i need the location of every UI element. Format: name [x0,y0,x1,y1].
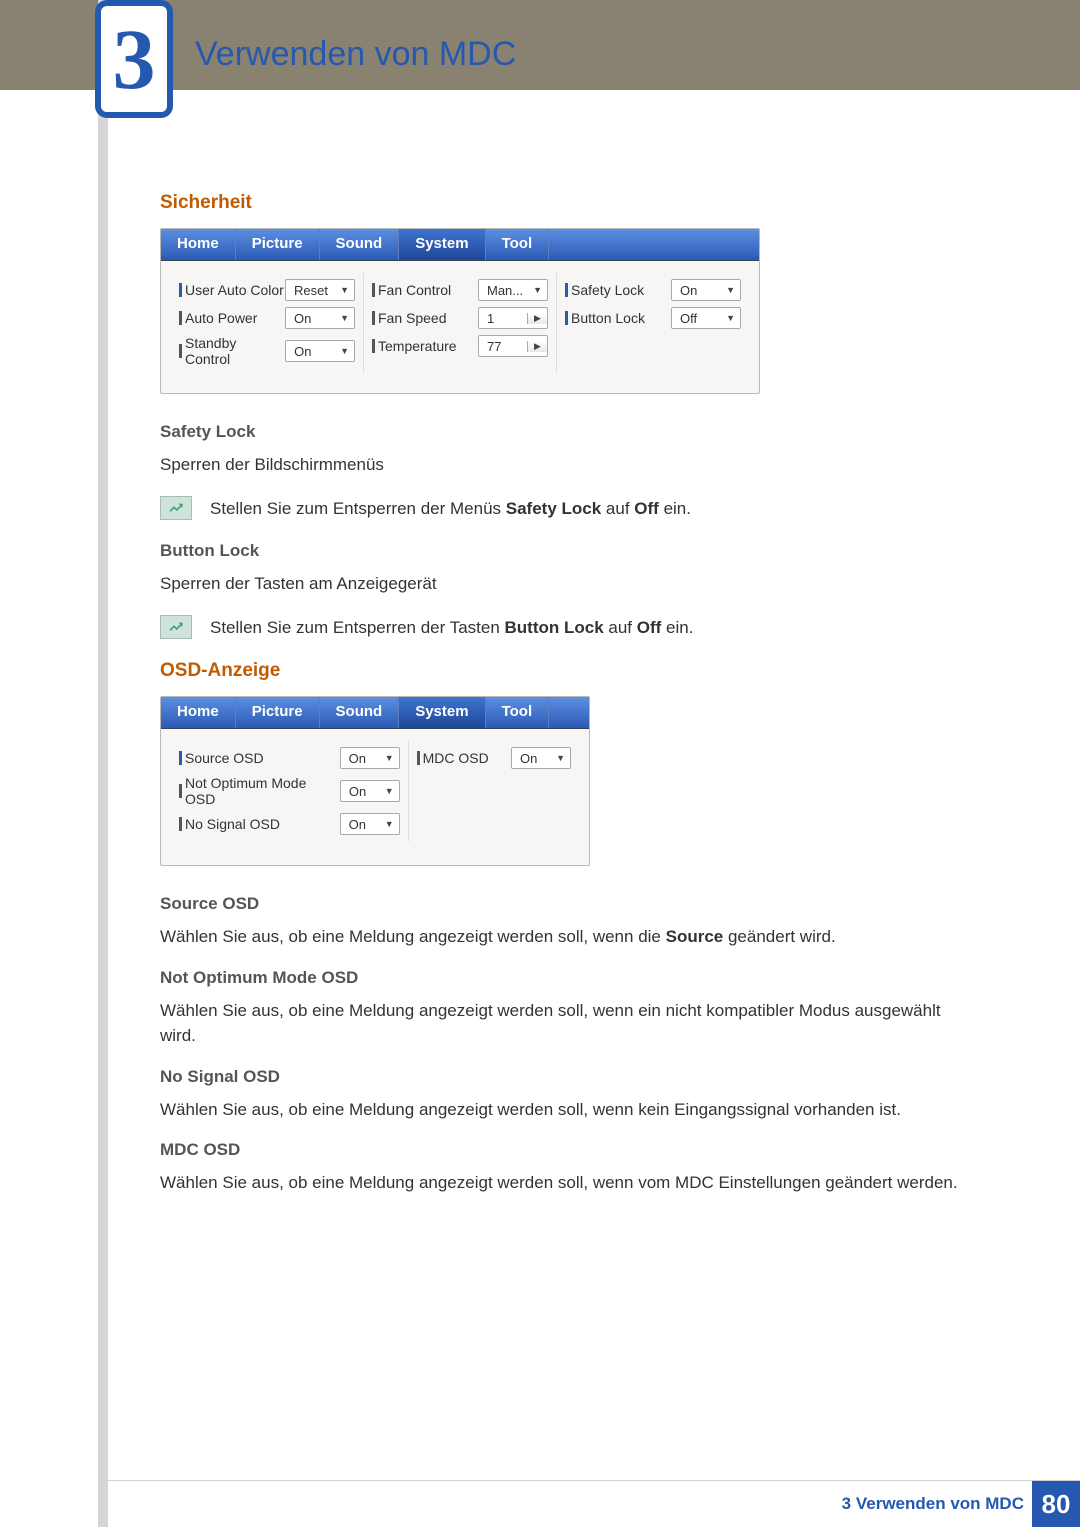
p-button-lock: Sperren der Tasten am Anzeigegerät [160,571,970,597]
sicherheit-panel: Home Picture Sound System Tool User Auto… [160,228,760,394]
chevron-down-icon: ▼ [385,786,394,796]
section-osd-anzeige: OSD-Anzeige [160,660,970,682]
label-no-signal-osd: No Signal OSD [185,816,280,832]
label-source-osd: Source OSD [185,750,264,766]
label-not-optimum-osd: Not Optimum Mode OSD [185,775,340,807]
h-source-osd: Source OSD [160,894,970,914]
dd-fan-control[interactable]: Man...▼ [478,279,548,301]
note-button-lock: Stellen Sie zum Entsperren der Tasten Bu… [160,615,970,641]
label-fan-speed: Fan Speed [378,310,447,326]
tab-home[interactable]: Home [161,697,236,728]
h-no-signal: No Signal OSD [160,1067,970,1087]
tab-tool[interactable]: Tool [486,697,550,728]
label-auto-power: Auto Power [185,310,257,326]
label-user-auto-color: User Auto Color [185,282,284,298]
spinner-arrow-icon[interactable]: ▶ [527,313,547,324]
tab-bar: Home Picture Sound System Tool [161,229,759,261]
dd-source-osd[interactable]: On▼ [340,747,400,769]
dd-user-auto-color[interactable]: Reset▼ [285,279,355,301]
chevron-down-icon: ▼ [385,753,394,763]
p-not-optimum: Wählen Sie aus, ob eine Meldung angezeig… [160,998,970,1049]
note-icon [160,615,192,639]
chevron-down-icon: ▼ [726,313,735,323]
dd-button-lock[interactable]: Off▼ [671,307,741,329]
osd-panel: Home Picture Sound System Tool Source OS… [160,696,590,866]
spinner-arrow-icon[interactable]: ▶ [527,341,547,352]
chevron-down-icon: ▼ [340,346,349,356]
dd-mdc-osd[interactable]: On▼ [511,747,571,769]
chapter-title: Verwenden von MDC [195,35,516,74]
note-icon [160,496,192,520]
dd-not-optimum-osd[interactable]: On▼ [340,780,400,802]
label-safety-lock: Safety Lock [571,282,644,298]
page-content: Sicherheit Home Picture Sound System Too… [160,192,970,1214]
footer: 3 Verwenden von MDC 80 [92,1481,1080,1527]
p-safety-lock: Sperren der Bildschirmmenüs [160,452,970,478]
label-mdc-osd: MDC OSD [423,750,489,766]
chapter-number: 3 [113,9,156,109]
tab-system[interactable]: System [399,229,485,260]
sidebar-stripe [98,0,108,1527]
chevron-down-icon: ▼ [340,285,349,295]
p-source-osd: Wählen Sie aus, ob eine Meldung angezeig… [160,924,970,950]
tab-system[interactable]: System [399,697,485,728]
spin-temperature[interactable]: 77▶ [478,335,548,357]
tab-tool[interactable]: Tool [486,229,550,260]
note-safety-lock: Stellen Sie zum Entsperren der Menüs Saf… [160,496,970,522]
chapter-badge: 3 [95,0,173,118]
dd-standby-control[interactable]: On▼ [285,340,355,362]
chevron-down-icon: ▼ [556,753,565,763]
tab-picture[interactable]: Picture [236,697,320,728]
tab-home[interactable]: Home [161,229,236,260]
h-button-lock: Button Lock [160,541,970,561]
dd-auto-power[interactable]: On▼ [285,307,355,329]
label-button-lock: Button Lock [571,310,645,326]
tab-picture[interactable]: Picture [236,229,320,260]
tab-bar: Home Picture Sound System Tool [161,697,589,729]
h-mdc-osd: MDC OSD [160,1140,970,1160]
label-standby-control: Standby Control [185,335,285,367]
chevron-down-icon: ▼ [385,819,394,829]
label-temperature: Temperature [378,338,457,354]
spin-fan-speed[interactable]: 1▶ [478,307,548,329]
chevron-down-icon: ▼ [726,285,735,295]
tab-sound[interactable]: Sound [320,229,400,260]
dd-no-signal-osd[interactable]: On▼ [340,813,400,835]
chevron-down-icon: ▼ [533,285,542,295]
footer-text: 3 Verwenden von MDC [842,1494,1024,1514]
h-not-optimum: Not Optimum Mode OSD [160,968,970,988]
page-number: 80 [1032,1481,1080,1527]
p-no-signal: Wählen Sie aus, ob eine Meldung angezeig… [160,1097,970,1123]
section-sicherheit: Sicherheit [160,192,970,214]
tab-sound[interactable]: Sound [320,697,400,728]
h-safety-lock: Safety Lock [160,422,970,442]
dd-safety-lock[interactable]: On▼ [671,279,741,301]
p-mdc-osd: Wählen Sie aus, ob eine Meldung angezeig… [160,1170,970,1196]
chevron-down-icon: ▼ [340,313,349,323]
label-fan-control: Fan Control [378,282,451,298]
